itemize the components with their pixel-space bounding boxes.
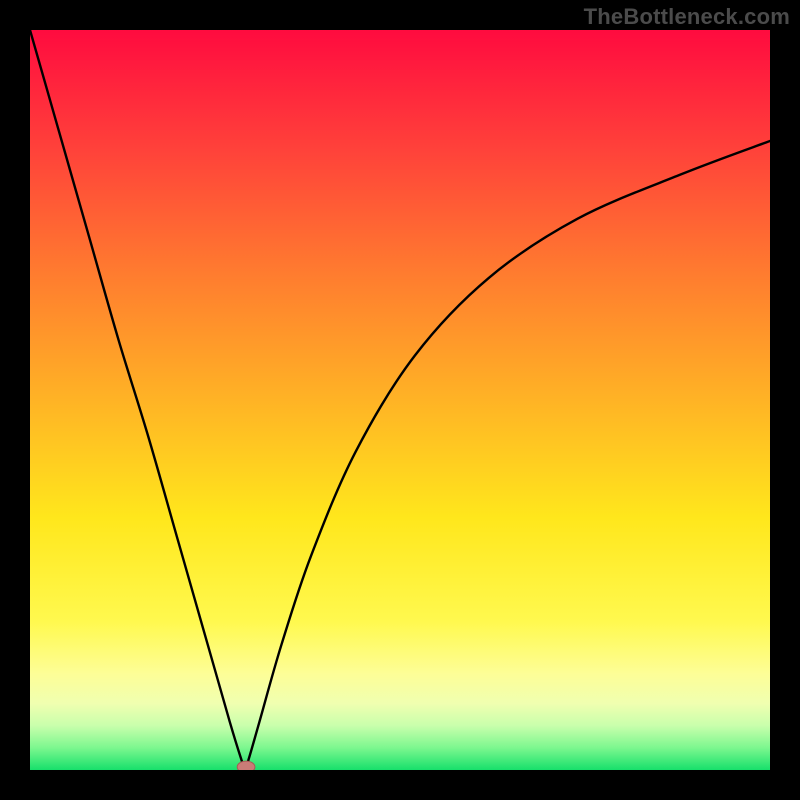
chart-frame: TheBottleneck.com — [0, 0, 800, 800]
plot-area — [30, 30, 770, 770]
minimum-marker — [237, 761, 255, 770]
gradient-background — [30, 30, 770, 770]
source-watermark: TheBottleneck.com — [584, 4, 790, 30]
plot-svg — [30, 30, 770, 770]
